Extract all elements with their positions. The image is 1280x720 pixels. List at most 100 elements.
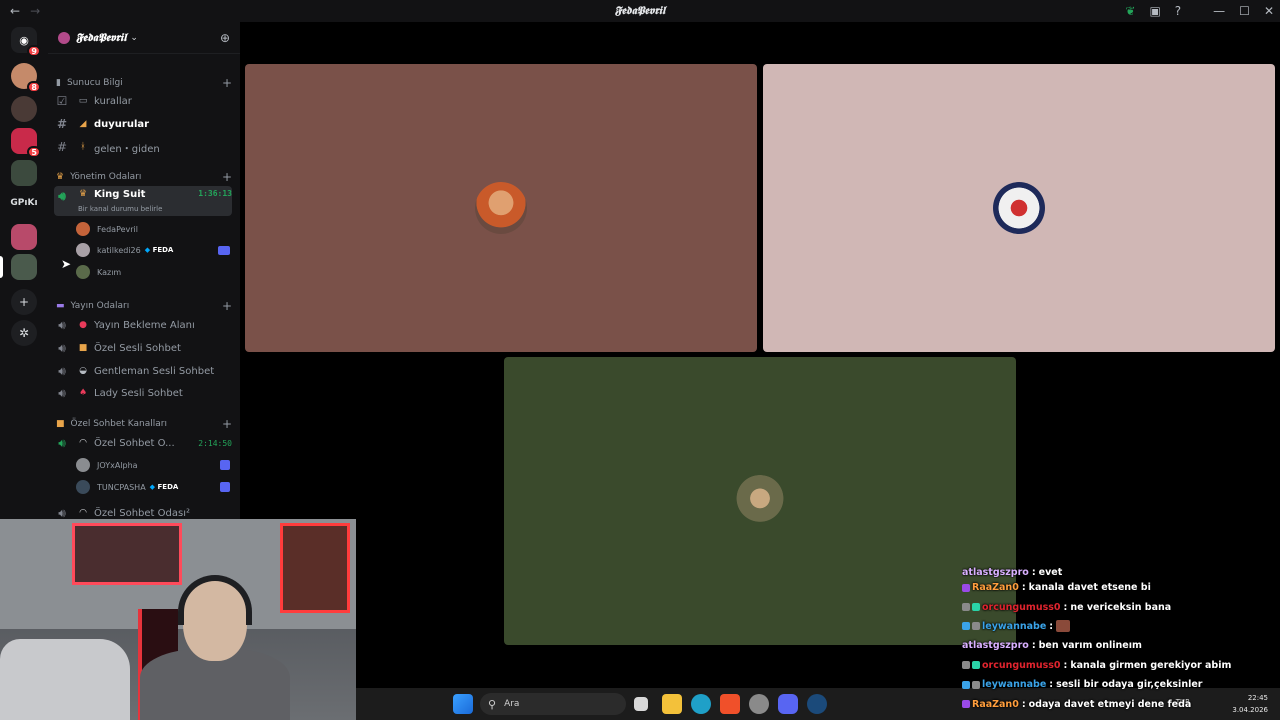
mouse-cursor-icon: ➤ <box>61 257 72 271</box>
category-ozel-sohbet[interactable]: ■ Özel Sohbet Kanalları + <box>56 417 232 431</box>
server-icon[interactable]: 8 <box>11 63 41 93</box>
chat-username: orcungumuss0 <box>982 659 1061 671</box>
voice-timer: 2:14:50 <box>198 438 232 448</box>
server-text-gpiki[interactable]: GPıKı <box>4 198 44 208</box>
add-channel-icon[interactable]: + <box>222 417 232 431</box>
server-icon[interactable] <box>11 224 37 250</box>
start-button[interactable] <box>453 694 473 714</box>
chat-text: ne vericeksin bana <box>1070 601 1172 613</box>
hash-icon: # <box>56 140 68 154</box>
shield-badge-icon <box>962 603 970 612</box>
guild-header[interactable]: 𝕱𝖊𝖉𝖆𝕻𝖊𝖛𝖗𝖎𝖑 ⌄ ⊕ <box>48 22 240 54</box>
chat-text: kanala davet etsene bi <box>1028 582 1151 594</box>
server-icon-active[interactable] <box>11 254 37 280</box>
channel-status[interactable]: Bir kanal durumu belirle <box>78 205 162 213</box>
chat-message: leywannabe : sesli bir odaya gir,çeksinl… <box>962 675 1280 694</box>
voice-user[interactable]: TUNCPASHA ◆ FEDA <box>76 478 230 496</box>
discord-taskbar-icon[interactable] <box>778 694 798 714</box>
channel-label: gelen・giden <box>94 143 160 155</box>
file-explorer-icon[interactable] <box>662 694 682 714</box>
brave-browser-icon[interactable] <box>720 694 740 714</box>
voice-channel-ozel-odasi-2[interactable]: 🔊︎ ◠ Özel Sohbet Odası² <box>54 503 232 520</box>
channel-sidebar: 𝕱𝖊𝖉𝖆𝕻𝖊𝖛𝖗𝖎𝖑 ⌄ ⊕ ▮ Sunucu Bilgi + ☑ ▭ kura… <box>48 22 240 520</box>
book-icon: ▮ <box>56 78 61 88</box>
wall-poster <box>280 523 350 613</box>
add-channel-icon[interactable]: + <box>222 299 232 313</box>
participant-tile[interactable] <box>763 64 1275 352</box>
speaker-icon: 🔊︎ <box>58 505 66 520</box>
voice-user[interactable]: katilkedi26 ◆ FEDA <box>76 241 230 259</box>
participant-tile[interactable] <box>245 64 757 352</box>
inbox-icon[interactable]: ▣ <box>1149 4 1160 18</box>
voice-channel-ozel-sesli[interactable]: 🔊︎ ■ Özel Sesli Sohbet <box>54 338 232 358</box>
title-bar-controls: ❦ ▣ ? — ☐ ✕ <box>1125 0 1274 22</box>
channel-gelen-giden[interactable]: # ᚼ gelen・giden <box>54 137 232 157</box>
channel-label: kurallar <box>94 95 132 107</box>
chat-text: ben varım onlineım <box>1038 640 1142 652</box>
chat-username: leywannabe <box>982 620 1047 632</box>
invite-people-icon[interactable]: ⊕ <box>220 31 230 45</box>
wall-poster <box>72 523 182 585</box>
add-channel-icon[interactable]: + <box>222 76 232 90</box>
avatar <box>76 480 90 494</box>
category-yonetim[interactable]: ♛ Yönetim Odaları + <box>56 170 232 184</box>
channel-label: Özel Sohbet O... <box>94 437 175 449</box>
voice-user[interactable]: Kazım <box>76 263 230 281</box>
voice-channel-ozel-odasi-1[interactable]: 🔊︎ ◠ Özel Sohbet O... 2:14:50 <box>54 433 232 453</box>
sub-badge-icon <box>962 700 970 709</box>
voice-channel-yayin-bekleme[interactable]: 🔊︎ ● Yayın Bekleme Alanı <box>54 315 232 335</box>
chat-message: leywannabe : <box>962 617 1280 636</box>
unread-badge: 8 <box>27 81 41 93</box>
server-tag-badge: ◆ FEDA <box>145 246 174 254</box>
webcam-overlay <box>0 519 356 720</box>
participant-avatar <box>734 475 786 527</box>
category-sunucu-bilgi[interactable]: ▮ Sunucu Bilgi + <box>56 76 232 90</box>
chat-message: orcungumuss0 : kanala girmen gerekiyor a… <box>962 656 1280 675</box>
chat-username: orcungumuss0 <box>982 601 1061 613</box>
maximize-button[interactable]: ☐ <box>1239 4 1250 18</box>
channel-duyurular[interactable]: # ◢ duyurular <box>54 114 232 134</box>
gem-icon: ◆ <box>144 246 151 254</box>
voice-channel-lady[interactable]: 🔊︎ ♠ Lady Sesli Sohbet <box>54 383 232 403</box>
nitro-leaf-icon[interactable]: ❦ <box>1125 4 1135 18</box>
server-icon[interactable] <box>11 96 37 122</box>
add-server-button[interactable]: + <box>11 289 37 315</box>
shield-icon <box>220 482 230 492</box>
voice-user[interactable]: JOYxAlpha <box>76 456 230 474</box>
forward-arrow-icon[interactable]: → <box>30 4 40 18</box>
category-yayin[interactable]: ▬ Yayın Odaları + <box>56 299 232 313</box>
runner-emoji-icon: ᚼ <box>80 142 86 152</box>
participant-tile[interactable] <box>504 357 1016 645</box>
minimize-button[interactable]: — <box>1213 4 1225 18</box>
shield-badge-icon <box>972 622 980 631</box>
chat-text: kanala girmen gerekiyor abim <box>1070 659 1232 671</box>
channel-kurallar[interactable]: ☑ ▭ kurallar <box>54 91 232 111</box>
help-icon[interactable]: ? <box>1175 4 1181 18</box>
settings-gear-icon[interactable] <box>749 694 769 714</box>
participant-avatar <box>475 182 527 234</box>
search-placeholder: Ara <box>504 699 520 709</box>
server-icon[interactable] <box>11 160 37 186</box>
add-channel-icon[interactable]: + <box>222 170 232 184</box>
edge-browser-icon[interactable] <box>691 694 711 714</box>
discover-button[interactable]: ✲ <box>11 320 37 346</box>
chat-username: atlastgszpro <box>962 567 1029 578</box>
server-icon[interactable]: 5 <box>11 128 41 158</box>
taskbar-search[interactable]: ⚲ Ara <box>480 693 626 715</box>
verified-badge-icon <box>962 680 970 689</box>
dress-emoji-icon: ♠ <box>78 388 88 398</box>
voice-user[interactable]: FedaPevril <box>76 220 230 238</box>
voice-user-name: katilkedi26 <box>97 245 141 255</box>
chat-separator: : <box>1049 620 1054 632</box>
close-button[interactable]: ✕ <box>1264 4 1274 18</box>
chat-message: atlastgszpro : evet <box>962 566 1280 578</box>
back-arrow-icon[interactable]: ← <box>10 4 20 18</box>
task-view-icon[interactable] <box>634 697 648 711</box>
home-dm-button[interactable]: ◉ 9 <box>11 27 41 57</box>
voice-channel-gentleman[interactable]: 🔊︎ ◒ Gentleman Sesli Sohbet <box>54 361 232 381</box>
chat-separator: : <box>1021 698 1026 710</box>
steam-icon[interactable] <box>807 694 827 714</box>
window-title: 𝕱𝖊𝖉𝖆𝕻𝖊𝖛𝖗𝖎𝖑 <box>614 4 666 17</box>
guild-icon <box>58 31 70 44</box>
shield-badge-icon <box>972 680 980 689</box>
